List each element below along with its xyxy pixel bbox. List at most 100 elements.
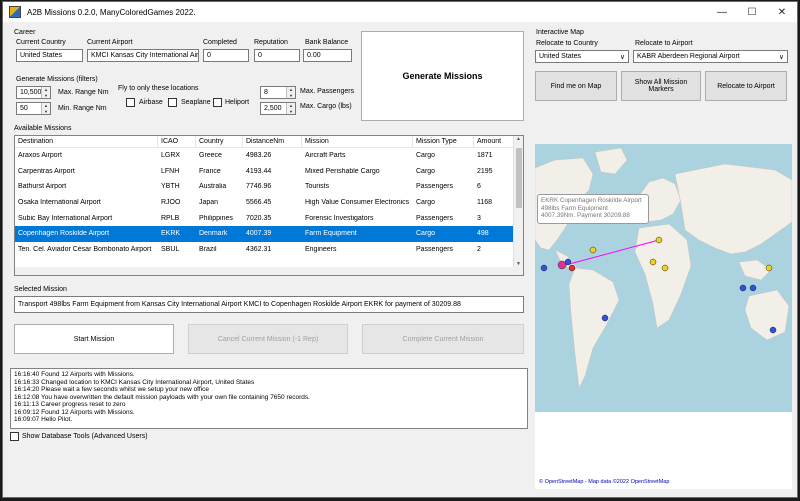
passenger-marker[interactable] bbox=[749, 284, 757, 292]
log-line: 16:12:08 You have overwritten the defaul… bbox=[14, 393, 310, 401]
generate-missions-button[interactable]: Generate Missions bbox=[361, 31, 524, 121]
find-me-button[interactable]: Find me on Map bbox=[535, 71, 617, 101]
max-cargo-label: Max. Cargo (lbs) bbox=[300, 103, 352, 110]
cell-destination: Osaka International Airport bbox=[18, 199, 101, 207]
cell-icao: RJOO bbox=[161, 199, 181, 207]
airbase-checkbox[interactable] bbox=[126, 98, 135, 107]
db-tools-checkbox[interactable] bbox=[10, 432, 19, 441]
passenger-marker[interactable] bbox=[540, 264, 548, 272]
column-header[interactable]: Mission bbox=[302, 136, 413, 147]
scroll-up-icon[interactable]: ▲ bbox=[514, 136, 523, 142]
table-vertical-scrollbar[interactable]: ▲ ▼ bbox=[513, 136, 523, 275]
column-header[interactable]: Country bbox=[196, 136, 243, 147]
cell-mission: Forensic Investigators bbox=[305, 214, 374, 222]
cell-icao: EKRK bbox=[161, 230, 181, 238]
passenger-marker[interactable] bbox=[739, 284, 747, 292]
map-attribution[interactable]: © OpenStreetMap - Map data ©2022 OpenStr… bbox=[539, 479, 669, 485]
column-header[interactable]: Amount bbox=[474, 136, 514, 147]
cargo-marker[interactable] bbox=[661, 264, 669, 272]
column-header[interactable]: DistanceNm bbox=[243, 136, 302, 147]
cell-mission-type: Cargo bbox=[416, 152, 436, 160]
world-map[interactable]: EKRK Copenhagen Roskilde Airport 498lbs … bbox=[535, 144, 792, 489]
cargo-marker[interactable] bbox=[765, 264, 773, 272]
relocate-country-select[interactable]: United States ∨ bbox=[535, 50, 629, 63]
passenger-marker[interactable] bbox=[564, 258, 572, 266]
cell-mission-type: Passengers bbox=[416, 214, 453, 222]
cargo-marker[interactable] bbox=[649, 258, 657, 266]
cell-distance: 4983.26 bbox=[246, 152, 272, 160]
cell-destination: Araxos Airport bbox=[18, 152, 62, 160]
start-mission-button[interactable]: Start Mission bbox=[14, 324, 174, 354]
column-header[interactable]: Destination bbox=[15, 136, 158, 147]
seaplane-label: Seaplane bbox=[181, 99, 211, 106]
table-row[interactable]: Carpentras Airport LFNH France 4193.44 M… bbox=[15, 164, 523, 180]
table-horizontal-scrollbar[interactable] bbox=[15, 267, 523, 275]
passenger-marker[interactable] bbox=[769, 326, 777, 334]
table-row[interactable]: Ten. Cel. Aviador César Bombonato Airpor… bbox=[15, 242, 523, 258]
cell-amount: 498 bbox=[477, 230, 489, 238]
reputation-field[interactable]: 0 bbox=[254, 49, 300, 62]
show-markers-button[interactable]: Show All Mission Markers bbox=[621, 71, 701, 101]
cell-country: Denmark bbox=[199, 230, 228, 238]
bank-balance-field[interactable]: 0.00 bbox=[303, 49, 352, 62]
tooltip-cargo: 498lbs Farm Equipment bbox=[541, 204, 608, 212]
cell-amount: 1168 bbox=[477, 199, 493, 207]
column-header[interactable]: ICAO bbox=[158, 136, 196, 147]
minimize-button[interactable]: — bbox=[707, 2, 737, 22]
db-tools-label: Show Database Tools (Advanced Users) bbox=[22, 433, 148, 440]
interactive-map-label: Interactive Map bbox=[536, 29, 584, 36]
table-row[interactable]: Osaka International Airport RJOO Japan 5… bbox=[15, 195, 523, 211]
table-row[interactable]: Bathurst Airport YBTH Australia 7746.96 … bbox=[15, 179, 523, 195]
completed-label: Completed bbox=[203, 39, 237, 46]
cargo-marker[interactable] bbox=[568, 264, 576, 272]
app-icon bbox=[9, 6, 21, 18]
activity-log[interactable]: 16:16:40 Found 12 Airports with Missions… bbox=[10, 368, 528, 429]
chevron-down-icon: ∨ bbox=[619, 53, 625, 61]
map-tooltip: EKRK Copenhagen Roskilde Airport 498lbs … bbox=[537, 194, 649, 224]
cell-mission-type: Passengers bbox=[416, 183, 453, 191]
heliport-label: Heliport bbox=[225, 99, 250, 106]
cell-destination: Carpentras Airport bbox=[18, 167, 75, 175]
complete-mission-button[interactable]: Complete Current Mission bbox=[362, 324, 524, 354]
relocate-airport-label: Relocate to Airport bbox=[635, 40, 693, 47]
current-airport-field[interactable]: KMCI Kansas City International Airp bbox=[87, 49, 199, 62]
close-button[interactable]: ✕ bbox=[767, 2, 797, 22]
cell-icao: YBTH bbox=[161, 183, 180, 191]
app-window: A2B Missions 0.2.0, ManyColoredGames 202… bbox=[2, 1, 798, 498]
passenger-marker[interactable] bbox=[601, 314, 609, 322]
relocate-airport-button[interactable]: Relocate to Airport bbox=[705, 71, 787, 101]
scroll-thumb[interactable] bbox=[516, 148, 522, 208]
table-row-selected[interactable]: Copenhagen Roskilde Airport EKRK Denmark… bbox=[15, 225, 523, 242]
cell-mission: Farm Equipment bbox=[305, 230, 357, 238]
log-line: 16:09:07 Hello Pilot. bbox=[14, 416, 73, 423]
heliport-checkbox[interactable] bbox=[213, 98, 222, 107]
table-row[interactable]: Araxos Airport LGRX Greece 4983.26 Aircr… bbox=[15, 148, 523, 164]
log-line: 16:16:40 Found 12 Airports with Missions… bbox=[14, 371, 135, 378]
cell-amount: 2195 bbox=[477, 167, 493, 175]
relocate-airport-select[interactable]: KABR Aberdeen Regional Airport ∨ bbox=[633, 50, 788, 63]
cell-icao: LGRX bbox=[161, 152, 181, 160]
available-missions-label: Available Missions bbox=[14, 125, 72, 132]
completed-field[interactable]: 0 bbox=[203, 49, 249, 62]
selected-mission-field[interactable]: Transport 498lbs Farm Equipment from Kan… bbox=[14, 296, 524, 313]
cargo-marker-selected[interactable] bbox=[655, 236, 663, 244]
current-country-label: Current Country bbox=[16, 39, 66, 46]
missions-table[interactable]: Destination ICAO Country DistanceNm Miss… bbox=[14, 135, 524, 276]
cancel-mission-button[interactable]: Cancel Current Mission (-1 Rep) bbox=[188, 324, 348, 354]
cell-mission: Tourists bbox=[305, 183, 330, 191]
seaplane-checkbox[interactable] bbox=[168, 98, 177, 107]
min-range-spinner[interactable]: ▲ ▼ bbox=[41, 103, 50, 114]
cell-mission-type: Cargo bbox=[416, 230, 436, 238]
max-passengers-spinner[interactable]: ▲ ▼ bbox=[286, 87, 295, 98]
cell-distance: 4362.31 bbox=[246, 245, 272, 253]
maximize-button[interactable]: ☐ bbox=[737, 2, 767, 22]
cargo-marker[interactable] bbox=[589, 246, 597, 254]
relocate-airport-value: KABR Aberdeen Regional Airport bbox=[637, 53, 740, 60]
max-range-spinner[interactable]: ▲ ▼ bbox=[41, 87, 50, 98]
cell-amount: 3 bbox=[477, 214, 481, 222]
max-cargo-spinner[interactable]: ▲ ▼ bbox=[286, 103, 295, 114]
table-row[interactable]: Subic Bay International Airport RPLB Phi… bbox=[15, 210, 523, 226]
current-country-field[interactable]: United States bbox=[16, 49, 83, 62]
career-label: Career bbox=[14, 29, 36, 36]
column-header[interactable]: Mission Type bbox=[413, 136, 474, 147]
